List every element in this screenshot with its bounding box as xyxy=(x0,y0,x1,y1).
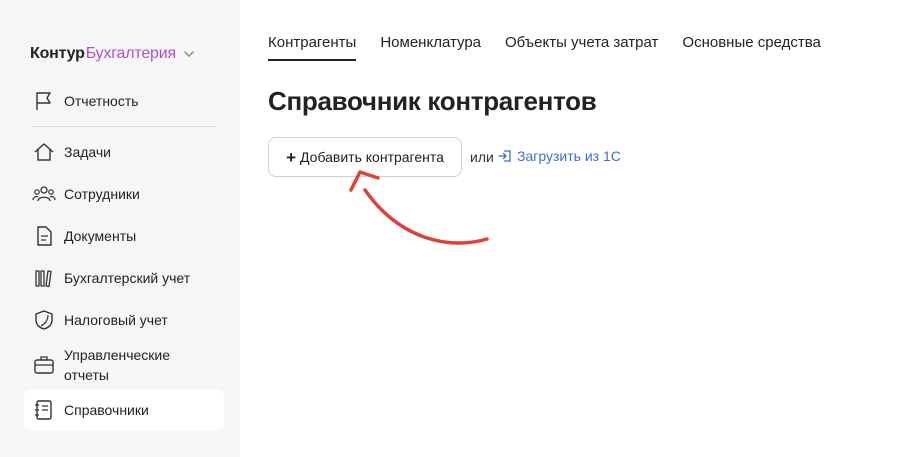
sidebar: Контур Бухгалтерия Отчетность Задачи Сот… xyxy=(0,0,240,457)
sidebar-item-management-reports[interactable]: Управленческие отчеты xyxy=(24,341,224,389)
app-logo[interactable]: Контур Бухгалтерия xyxy=(30,45,196,63)
tab-nomenclature[interactable]: Номенклатура xyxy=(380,34,481,61)
sidebar-item-label: Налоговый учет xyxy=(64,312,168,328)
notebook-icon xyxy=(32,398,56,422)
flag-icon xyxy=(32,89,56,113)
tab-counterparties[interactable]: Контрагенты xyxy=(268,34,357,61)
sidebar-item-label: Документы xyxy=(64,228,137,244)
load-from-1c-label: Загрузить из 1С xyxy=(517,148,621,164)
sidebar-item-label: Задачи xyxy=(64,144,112,160)
logo-brand: Контур xyxy=(30,45,85,62)
sidebar-item-label: Справочники xyxy=(64,402,149,418)
plus-icon: + xyxy=(286,147,297,167)
sidebar-item-employees[interactable]: Сотрудники xyxy=(24,173,224,215)
sidebar-item-label: Сотрудники xyxy=(64,186,140,202)
sidebar-item-label: Управленческие отчеты xyxy=(64,347,171,383)
top-tabs: Контрагенты Номенклатура Объекты учета з… xyxy=(268,34,845,61)
load-from-1c-link[interactable]: Загрузить из 1С xyxy=(498,148,621,164)
sidebar-item-documents[interactable]: Документы xyxy=(24,215,224,257)
sidebar-item-accounting[interactable]: Бухгалтерский учет xyxy=(24,257,224,299)
sidebar-item-reporting[interactable]: Отчетность xyxy=(24,80,224,122)
home-icon xyxy=(32,140,56,164)
sidebar-item-tasks[interactable]: Задачи xyxy=(24,131,224,173)
shield-icon xyxy=(32,308,56,332)
sidebar-nav: Отчетность Задачи Сотрудники Документы Б… xyxy=(24,80,224,431)
annotation-arrow xyxy=(349,170,489,245)
sidebar-divider xyxy=(32,126,216,127)
sidebar-item-label: Бухгалтерский учет xyxy=(64,270,191,286)
logo-product: Бухгалтерия xyxy=(85,45,176,62)
tab-cost-objects[interactable]: Объекты учета затрат xyxy=(505,34,658,61)
document-icon xyxy=(32,224,56,248)
sidebar-item-directories[interactable]: Справочники xyxy=(24,389,224,431)
tab-fixed-assets[interactable]: Основные средства xyxy=(682,34,820,61)
import-icon xyxy=(498,149,512,163)
users-icon xyxy=(32,182,56,206)
page-title: Справочник контрагентов xyxy=(268,86,597,116)
sidebar-item-tax[interactable]: Налоговый учет xyxy=(24,299,224,341)
sidebar-item-label: Отчетность xyxy=(64,93,139,109)
books-icon xyxy=(32,266,56,290)
briefcase-icon xyxy=(32,353,56,377)
chevron-down-icon[interactable] xyxy=(182,47,196,61)
